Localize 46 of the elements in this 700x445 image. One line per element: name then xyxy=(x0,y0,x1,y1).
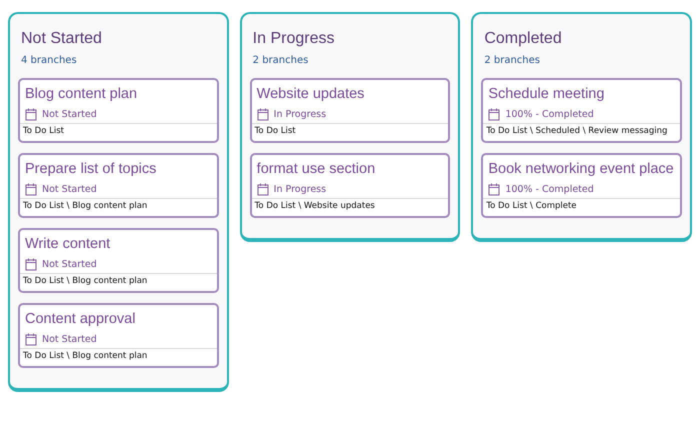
task-title: Book networking event place xyxy=(487,161,675,177)
calendar-icon xyxy=(25,108,37,121)
task-card[interactable]: Website updates In Progress To Do List xyxy=(250,78,450,143)
task-path: To Do List \ Scheduled \ Review messaging xyxy=(485,125,668,136)
calendar-icon xyxy=(25,333,37,346)
calendar-icon xyxy=(488,108,500,121)
calendar-icon xyxy=(256,183,269,196)
task-status: 100% - Completed xyxy=(505,109,594,120)
task-status: In Progress xyxy=(274,184,326,195)
task-card[interactable]: Blog content plan Not Started To Do List xyxy=(18,78,219,143)
task-card[interactable]: Schedule meeting 100% - Completed To Do List \ Scheduled \ Review messaging xyxy=(481,78,682,143)
calendar-icon xyxy=(25,258,37,271)
task-status: In Progress xyxy=(274,109,326,120)
task-title: format use section xyxy=(256,161,376,177)
task-path: To Do List \ Complete xyxy=(485,200,578,211)
calendar-icon xyxy=(25,183,37,196)
task-status: Not Started xyxy=(42,334,97,345)
task-title: Blog content plan xyxy=(24,86,138,102)
branch-count: 4 branches xyxy=(21,55,78,66)
task-path: To Do List xyxy=(254,125,297,136)
task-path: To Do List \ Website updates xyxy=(254,200,376,211)
task-status: Not Started xyxy=(42,259,97,270)
task-card[interactable]: Content approval Not Started To Do List \ Blog content plan xyxy=(18,303,219,368)
task-status: 100% - Completed xyxy=(505,184,594,195)
branch-count: 2 branches xyxy=(252,55,310,66)
task-title: Content approval xyxy=(24,311,136,327)
task-title: Prepare list of topics xyxy=(24,161,158,177)
branch-count: 2 branches xyxy=(484,55,542,66)
task-path: To Do List xyxy=(22,125,65,136)
column-title: Completed xyxy=(484,30,563,48)
task-path: To Do List \ Blog content plan xyxy=(22,200,148,211)
calendar-icon xyxy=(488,183,500,196)
task-title: Schedule meeting xyxy=(487,86,606,102)
column-title: In Progress xyxy=(252,30,336,48)
task-card[interactable]: format use section In Progress To Do List \ Website updates xyxy=(250,153,450,218)
column-title: Not Started xyxy=(21,30,103,48)
task-title: Write content xyxy=(24,236,112,252)
task-status: Not Started xyxy=(42,184,97,195)
task-status: Not Started xyxy=(42,109,97,120)
task-title: Website updates xyxy=(256,86,366,102)
calendar-icon xyxy=(256,108,269,121)
task-path: To Do List \ Blog content plan xyxy=(22,350,148,361)
task-card[interactable]: Prepare list of topics Not Started To Do List \ Blog content plan xyxy=(18,153,219,218)
task-card[interactable]: Book networking event place 100% - Completed To Do List \ Complete xyxy=(481,153,682,218)
task-path: To Do List \ Blog content plan xyxy=(22,275,148,286)
task-card[interactable]: Write content Not Started To Do List \ Blog content plan xyxy=(18,228,219,293)
